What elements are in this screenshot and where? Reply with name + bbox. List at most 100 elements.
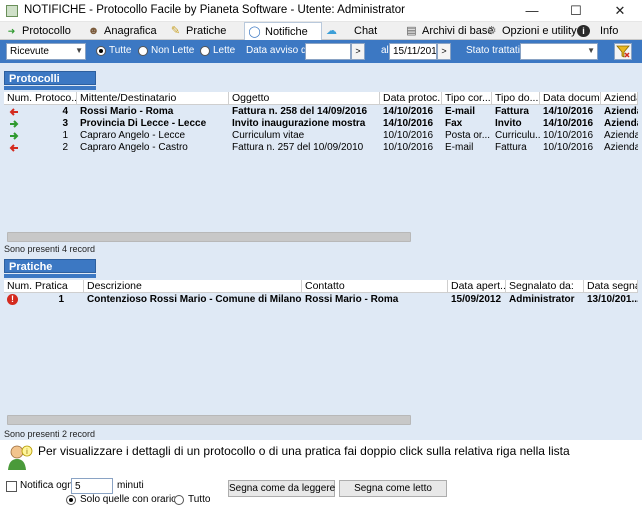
pratiche-hscrollbar[interactable] xyxy=(7,415,411,425)
column-header[interactable]: Tipo cor... xyxy=(442,92,492,105)
cell-company: Azienda xyxy=(604,130,638,141)
date-from-picker-button[interactable]: > xyxy=(351,43,365,60)
cell-date: 14/10/2016 xyxy=(383,118,434,129)
cell-company: Azienda xyxy=(604,118,638,129)
table-row[interactable]: 3 Provincia Di Lecce - Lecce Invito inau… xyxy=(4,118,638,130)
tab-label: Info xyxy=(600,25,619,37)
cell-channel: Fax xyxy=(445,118,463,129)
hint-text: Per visualizzare i dettagli di un protoc… xyxy=(38,444,570,458)
cell-contact: Rossi Mario - Roma xyxy=(305,294,399,305)
cell-subject: Fattura n. 257 del 10/09/2010 xyxy=(232,142,364,153)
tab-label: Notifiche xyxy=(265,26,308,38)
cell-date: 14/10/2016 xyxy=(383,106,434,117)
cell-contact: Capraro Angelo - Lecce xyxy=(80,130,186,141)
cell-num: 3 xyxy=(62,118,68,129)
cell-channel: E-mail xyxy=(445,106,476,117)
bubble-icon: ◯ xyxy=(248,26,261,38)
title-bar: NOTIFICHE - Protocollo Facile by Pianeta… xyxy=(0,0,642,22)
radio-tutte[interactable] xyxy=(96,46,106,56)
info-icon: i xyxy=(577,25,590,37)
radio-non-lette-label: Non Lette xyxy=(151,45,195,56)
column-header[interactable]: Num. Pratica xyxy=(4,280,84,293)
table-row[interactable]: 2 Capraro Angelo - Castro Fattura n. 257… xyxy=(4,142,638,154)
notify-interval-field[interactable]: 5 xyxy=(71,478,113,494)
tab-chat[interactable]: ☁ Chat xyxy=(322,22,402,40)
radio-timed-only[interactable] xyxy=(66,495,76,505)
radio-tutte-label: Tutte xyxy=(109,45,132,56)
cell-channel: Posta or... xyxy=(445,130,491,141)
column-header[interactable]: Data protoc... xyxy=(380,92,442,105)
column-header[interactable]: Segnalato da: xyxy=(506,280,584,293)
cell-reported-by: Administrator xyxy=(509,294,575,305)
cell-doctype: Invito xyxy=(495,118,522,129)
radio-all-notifications[interactable] xyxy=(174,495,184,505)
column-header[interactable]: Mittente/Destinatario xyxy=(77,92,229,105)
column-header[interactable]: Oggetto xyxy=(229,92,380,105)
svg-text:i: i xyxy=(26,448,28,456)
column-header[interactable]: Data segna... xyxy=(584,280,638,293)
funnel-icon xyxy=(616,45,630,58)
tab-protocollo[interactable]: ➜ Protocollo xyxy=(2,22,84,40)
column-header[interactable]: Data docum... xyxy=(540,92,601,105)
column-header[interactable]: Descrizione xyxy=(84,280,302,293)
minimize-button[interactable]: — xyxy=(510,0,554,22)
radio-non-lette[interactable] xyxy=(138,46,148,56)
table-row[interactable]: 4 Rossi Mario - Roma Fattura n. 258 del … xyxy=(4,106,638,118)
column-header[interactable]: Azienda xyxy=(601,92,638,105)
people-icon: ☻ xyxy=(87,25,100,37)
column-header[interactable]: Contatto xyxy=(302,280,448,293)
tab-anagrafica[interactable]: ☻ Anagrafica xyxy=(84,22,166,40)
date-to-picker-button[interactable]: > xyxy=(437,43,451,60)
tab-label: Pratiche xyxy=(186,25,227,37)
protocolli-header-underline xyxy=(4,86,96,90)
chevron-down-icon: ▼ xyxy=(587,46,595,55)
date-to-field[interactable]: 15/11/2016 xyxy=(389,43,437,60)
cell-docdate: 10/10/2016 xyxy=(543,130,594,141)
notify-checkbox[interactable] xyxy=(6,481,17,492)
type-select[interactable]: Ricevute ▼ xyxy=(6,43,86,60)
cell-channel: E-mail xyxy=(445,142,474,153)
close-button[interactable]: ✕ xyxy=(598,0,642,22)
tab-pratiche[interactable]: ✎ Pratiche xyxy=(166,22,244,40)
book-icon: ▤ xyxy=(406,25,417,37)
filter-bar: Ricevute ▼ Tutte Non Lette Lette Data av… xyxy=(0,40,642,63)
filter-button[interactable] xyxy=(614,43,632,60)
cell-num: 1 xyxy=(62,130,68,141)
cell-description: Contenzioso Rossi Mario - Comune di Mila… xyxy=(87,294,302,305)
cell-num: 4 xyxy=(62,106,68,117)
tab-opzioni[interactable]: ⚙ Opzioni e utility xyxy=(482,22,577,40)
mark-unread-button[interactable]: Segna come da leggere xyxy=(228,480,335,497)
cell-subject: Invito inaugurazione mostra xyxy=(232,118,366,129)
protocolli-grid-header: Num. Protoco... Mittente/Destinatario Og… xyxy=(4,92,638,105)
protocolli-grid: Num. Protoco... Mittente/Destinatario Og… xyxy=(4,92,638,242)
cell-report-date: 13/10/201... xyxy=(587,294,638,305)
cell-doctype: Fattura xyxy=(495,106,529,117)
column-header[interactable]: Data apert... xyxy=(448,280,506,293)
tab-archivi[interactable]: ▤ Archivi di base xyxy=(402,22,493,40)
date-from-field[interactable] xyxy=(305,43,351,60)
cell-num: 1 xyxy=(58,294,64,305)
cell-subject: Fattura n. 258 del 14/09/2016 xyxy=(232,106,368,117)
column-header[interactable]: Tipo do... xyxy=(492,92,540,105)
status-select[interactable]: ▼ xyxy=(520,43,598,60)
cell-num: 2 xyxy=(62,142,68,153)
table-row[interactable]: 1 Capraro Angelo - Lecce Curriculum vita… xyxy=(4,130,638,142)
mark-read-button[interactable]: Segna come letto xyxy=(339,480,447,497)
window-title: NOTIFICHE - Protocollo Facile by Pianeta… xyxy=(24,4,405,16)
radio-lette[interactable] xyxy=(200,46,210,56)
cell-company: Azienda xyxy=(604,142,638,153)
gear-icon: ⚙ xyxy=(486,25,497,37)
table-row[interactable]: ! 1 Contenzioso Rossi Mario - Comune di … xyxy=(4,294,638,306)
arrows-icon: ➜ xyxy=(7,26,16,36)
cell-docdate: 10/10/2016 xyxy=(543,142,594,153)
column-header[interactable]: Num. Protoco... xyxy=(4,92,77,105)
protocolli-header: Protocolli xyxy=(4,71,96,85)
cell-subject: Curriculum vitae xyxy=(232,130,305,141)
radio-lette-label: Lette xyxy=(213,45,236,56)
tab-info[interactable]: i Info xyxy=(574,22,636,40)
protocolli-hscrollbar[interactable] xyxy=(7,232,411,242)
maximize-button[interactable]: ☐ xyxy=(554,0,598,22)
tab-notifiche[interactable]: ◯ Notifiche xyxy=(244,22,322,41)
protocolli-count: Sono presenti 4 record xyxy=(4,244,96,254)
radio-timed-only-label: Solo quelle con orario xyxy=(80,494,177,505)
